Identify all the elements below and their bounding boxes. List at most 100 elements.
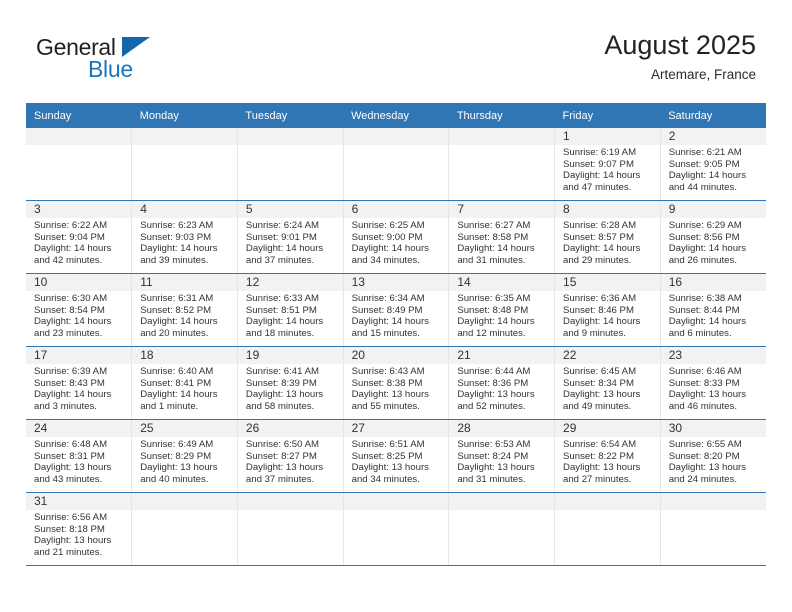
day-cell-inner: 5 Sunrise: 6:24 AM Sunset: 9:01 PM Daylight… bbox=[237, 201, 343, 273]
sunrise-time: Sunrise: 6:23 AM bbox=[140, 220, 214, 231]
daylight-duration-cont: and 37 minutes. bbox=[245, 254, 315, 266]
calendar-day-cell[interactable]: 4 Sunrise: 6:23 AM Sunset: 9:03 PM Daylight… bbox=[131, 200, 238, 274]
calendar-day-cell[interactable]: 1 Sunrise: 6:19 AM Sunset: 9:07 PM Daylight… bbox=[554, 128, 661, 201]
day-details: Sunrise: 6:44 AM Sunset: 8:36 PM Daylight:… bbox=[449, 364, 554, 412]
calendar-day-cell[interactable]: 19 Sunrise: 6:41 AM Sunset: 8:39 PM Dayligh… bbox=[237, 346, 344, 420]
day-cell-inner: 29 Sunrise: 6:54 AM Sunset: 8:22 PM Dayligh… bbox=[555, 420, 660, 492]
sunrise-time: Sunrise: 6:29 AM bbox=[668, 220, 742, 231]
day-details: Sunrise: 6:36 AM Sunset: 8:46 PM Daylight:… bbox=[555, 291, 660, 339]
sunset-time: Sunset: 9:05 PM bbox=[668, 158, 740, 170]
day-cell-inner: 21 Sunrise: 6:44 AM Sunset: 8:36 PM Dayligh… bbox=[449, 347, 555, 419]
day-details: Sunrise: 6:45 AM Sunset: 8:34 PM Daylight:… bbox=[555, 364, 660, 412]
calendar-day-cell[interactable]: 22 Sunrise: 6:45 AM Sunset: 8:34 PM Dayligh… bbox=[554, 346, 661, 420]
calendar-day-cell[interactable]: 26 Sunrise: 6:50 AM Sunset: 8:27 PM Dayligh… bbox=[237, 419, 344, 493]
sunrise-time: Sunrise: 6:36 AM bbox=[563, 293, 637, 304]
daylight-duration-cont: and 52 minutes. bbox=[457, 400, 526, 412]
daylight-duration: Daylight: 13 hours bbox=[668, 462, 747, 474]
calendar-day-cell[interactable]: 23 Sunrise: 6:46 AM Sunset: 8:33 PM Dayligh… bbox=[660, 346, 766, 420]
day-details: Sunrise: 6:23 AM Sunset: 9:03 PM Daylight:… bbox=[132, 218, 237, 266]
day-number: 23 bbox=[660, 347, 766, 364]
calendar-day-cell[interactable]: 31 Sunrise: 6:56 AM Sunset: 8:18 PM Dayligh… bbox=[26, 492, 133, 566]
day-cell-inner: 24 Sunrise: 6:48 AM Sunset: 8:31 PM Dayligh… bbox=[26, 420, 132, 492]
calendar-day-cell[interactable]: 12 Sunrise: 6:33 AM Sunset: 8:51 PM Dayligh… bbox=[237, 273, 344, 347]
calendar-day-cell[interactable]: 21 Sunrise: 6:44 AM Sunset: 8:36 PM Dayligh… bbox=[448, 346, 556, 420]
page-title: August 2025 bbox=[604, 30, 756, 60]
calendar-day-cell[interactable]: 17 Sunrise: 6:39 AM Sunset: 8:43 PM Dayligh… bbox=[26, 346, 133, 420]
daylight-duration: Daylight: 13 hours bbox=[34, 535, 112, 547]
day-cell-inner bbox=[237, 493, 343, 565]
day-details bbox=[555, 510, 660, 512]
calendar-day-cell[interactable]: 6 Sunrise: 6:25 AM Sunset: 9:00 PM Daylight… bbox=[343, 200, 450, 274]
calendar-day-cell[interactable]: 25 Sunrise: 6:49 AM Sunset: 8:29 PM Dayligh… bbox=[131, 419, 238, 493]
sunrise-time: Sunrise: 6:35 AM bbox=[457, 293, 531, 304]
daylight-duration: Daylight: 14 hours bbox=[351, 243, 429, 255]
calendar-day-cell[interactable]: 11 Sunrise: 6:31 AM Sunset: 8:52 PM Dayligh… bbox=[131, 273, 238, 347]
general-blue-logo[interactable]: General Blue bbox=[36, 34, 266, 88]
daylight-duration: Daylight: 13 hours bbox=[457, 462, 535, 474]
daylight-duration: Daylight: 14 hours bbox=[140, 316, 218, 328]
calendar-day-cell[interactable]: 9 Sunrise: 6:29 AM Sunset: 8:56 PM Daylight… bbox=[660, 200, 766, 274]
day-details: Sunrise: 6:41 AM Sunset: 8:39 PM Daylight:… bbox=[238, 364, 343, 412]
sunrise-time: Sunrise: 6:43 AM bbox=[351, 366, 425, 377]
page-subtitle: Artemare, France bbox=[650, 67, 756, 82]
daylight-duration: Daylight: 13 hours bbox=[668, 389, 747, 401]
sunrise-time: Sunrise: 6:50 AM bbox=[245, 439, 319, 450]
daylight-duration: Daylight: 14 hours bbox=[34, 389, 112, 401]
calendar-day-cell[interactable]: 8 Sunrise: 6:28 AM Sunset: 8:57 PM Daylight… bbox=[554, 200, 661, 274]
sunset-time: Sunset: 8:41 PM bbox=[140, 377, 212, 389]
calendar-page: General Blue August 2025 Artemare, Franc… bbox=[0, 0, 792, 612]
calendar-day-cell[interactable]: 15 Sunrise: 6:36 AM Sunset: 8:46 PM Dayligh… bbox=[554, 273, 661, 347]
daylight-duration-cont: and 46 minutes. bbox=[668, 400, 737, 412]
daylight-duration: Daylight: 14 hours bbox=[34, 243, 112, 255]
daylight-duration-cont: and 18 minutes. bbox=[245, 327, 315, 339]
calendar-day-cell[interactable]: 13 Sunrise: 6:34 AM Sunset: 8:49 PM Dayligh… bbox=[343, 273, 450, 347]
daylight-duration-cont: and 21 minutes. bbox=[34, 546, 103, 558]
calendar-day-cell[interactable]: 29 Sunrise: 6:54 AM Sunset: 8:22 PM Dayligh… bbox=[554, 419, 661, 493]
calendar-day-cell[interactable]: 20 Sunrise: 6:43 AM Sunset: 8:38 PM Dayligh… bbox=[343, 346, 450, 420]
day-number: 27 bbox=[343, 420, 449, 437]
calendar-day-cell[interactable]: 3 Sunrise: 6:22 AM Sunset: 9:04 PM Daylight… bbox=[26, 200, 133, 274]
sunrise-time: Sunrise: 6:19 AM bbox=[563, 147, 637, 158]
day-details bbox=[344, 145, 449, 147]
calendar-day-cell[interactable]: 14 Sunrise: 6:35 AM Sunset: 8:48 PM Dayligh… bbox=[448, 273, 556, 347]
calendar-cell-empty bbox=[343, 128, 450, 201]
daylight-duration-cont: and 34 minutes. bbox=[351, 473, 420, 485]
calendar-day-cell[interactable]: 2 Sunrise: 6:21 AM Sunset: 9:05 PM Daylight… bbox=[660, 128, 766, 201]
weekday-header-friday: Friday bbox=[554, 103, 661, 128]
sunset-time: Sunset: 8:29 PM bbox=[140, 450, 212, 462]
sunrise-time: Sunrise: 6:33 AM bbox=[245, 293, 319, 304]
weekday-header-tuesday: Tuesday bbox=[237, 103, 344, 128]
day-details: Sunrise: 6:38 AM Sunset: 8:44 PM Daylight:… bbox=[661, 291, 766, 339]
daylight-duration-cont: and 29 minutes. bbox=[563, 254, 632, 266]
calendar-day-cell[interactable]: 28 Sunrise: 6:53 AM Sunset: 8:24 PM Dayligh… bbox=[448, 419, 556, 493]
calendar-day-cell[interactable]: 24 Sunrise: 6:48 AM Sunset: 8:31 PM Dayligh… bbox=[26, 419, 133, 493]
sunset-time: Sunset: 8:49 PM bbox=[351, 304, 423, 316]
day-details bbox=[449, 145, 554, 147]
day-number bbox=[132, 128, 237, 145]
day-cell-inner: 20 Sunrise: 6:43 AM Sunset: 8:38 PM Dayligh… bbox=[343, 347, 449, 419]
daylight-duration-cont: and 23 minutes. bbox=[34, 327, 103, 339]
sunset-time: Sunset: 8:22 PM bbox=[563, 450, 634, 462]
calendar-grid: Sunday Monday Tuesday Wednesday Thursday Frid… bbox=[26, 103, 766, 566]
calendar-day-cell[interactable]: 27 Sunrise: 6:51 AM Sunset: 8:25 PM Dayligh… bbox=[343, 419, 450, 493]
daylight-duration: Daylight: 13 hours bbox=[351, 389, 429, 401]
day-number: 12 bbox=[237, 274, 343, 291]
sunset-time: Sunset: 8:38 PM bbox=[351, 377, 423, 389]
calendar-day-cell[interactable]: 30 Sunrise: 6:55 AM Sunset: 8:20 PM Dayligh… bbox=[660, 419, 766, 493]
day-cell-inner: 1 Sunrise: 6:19 AM Sunset: 9:07 PM Daylight… bbox=[555, 128, 660, 200]
day-details bbox=[661, 510, 766, 512]
calendar-cell-empty bbox=[237, 492, 344, 566]
sunset-time: Sunset: 8:25 PM bbox=[351, 450, 423, 462]
daylight-duration: Daylight: 13 hours bbox=[457, 389, 535, 401]
day-number bbox=[555, 493, 660, 510]
day-cell-inner bbox=[26, 128, 132, 200]
day-details: Sunrise: 6:19 AM Sunset: 9:07 PM Daylight:… bbox=[555, 145, 660, 193]
calendar-day-cell[interactable]: 16 Sunrise: 6:38 AM Sunset: 8:44 PM Dayligh… bbox=[660, 273, 766, 347]
day-number bbox=[449, 493, 555, 510]
calendar-day-cell[interactable]: 7 Sunrise: 6:27 AM Sunset: 8:58 PM Daylight… bbox=[448, 200, 556, 274]
calendar-day-cell[interactable]: 10 Sunrise: 6:30 AM Sunset: 8:54 PM Dayligh… bbox=[26, 273, 133, 347]
day-cell-inner bbox=[555, 493, 660, 565]
day-details bbox=[238, 510, 343, 512]
calendar-day-cell[interactable]: 18 Sunrise: 6:40 AM Sunset: 8:41 PM Dayligh… bbox=[131, 346, 238, 420]
calendar-day-cell[interactable]: 5 Sunrise: 6:24 AM Sunset: 9:01 PM Daylight… bbox=[237, 200, 344, 274]
